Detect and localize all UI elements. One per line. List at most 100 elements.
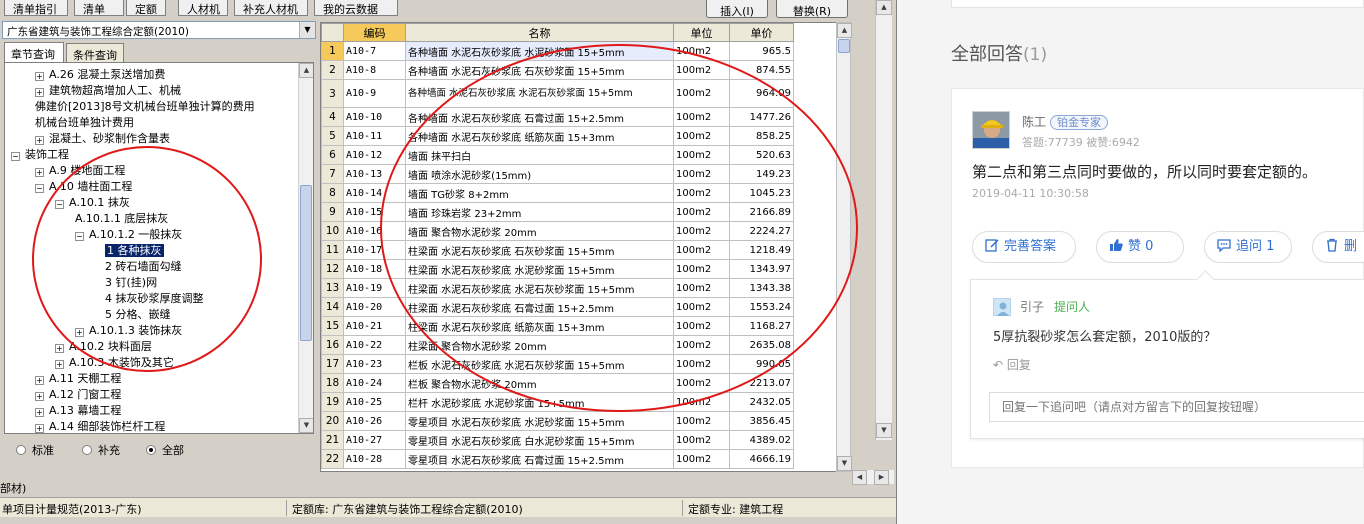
delete-button[interactable]: 删 <box>1312 231 1364 263</box>
table-row[interactable]: 8 A10-14 墙面 TG砂浆 8+2mm 100m2 1045.23 <box>321 183 794 203</box>
table-row[interactable]: 17 A10-23 栏板 水泥石灰砂浆底 水泥石灰砂浆面 15+5mm 100m2 99… <box>321 354 794 374</box>
table-row[interactable]: 14 A10-20 柱梁面 水泥石灰砂浆底 石膏过面 15+2.5mm 100m2 15… <box>321 297 794 317</box>
grid-header-unit[interactable]: 单位 <box>673 23 730 42</box>
table-row[interactable]: 20 A10-26 零星项目 水泥石灰砂浆底 水泥砂浆面 15+5mm 100m2 38… <box>321 411 794 431</box>
expand-plus-icon[interactable]: + <box>35 88 44 97</box>
expand-plus-icon[interactable]: + <box>55 344 64 353</box>
tree-node[interactable]: − 装饰工程 <box>11 147 69 163</box>
improve-answer-button[interactable]: 完善答案 <box>972 231 1076 263</box>
tree-scroll-thumb[interactable] <box>300 185 312 341</box>
quota-library-select[interactable]: 广东省建筑与装饰工程综合定额(2010) ▼ <box>2 21 316 39</box>
scroll-down-icon[interactable]: ▼ <box>876 423 892 438</box>
like-button[interactable]: 赞 0 <box>1096 231 1184 263</box>
replace-button[interactable]: 替换(R) <box>776 0 848 18</box>
grid-header-name[interactable]: 名称 <box>405 23 674 42</box>
tree-node[interactable]: 2 砖石墙面勾缝 <box>105 259 182 275</box>
tab-list[interactable]: 清单 <box>74 0 124 16</box>
grid-scrollbar[interactable]: ▲ ▼ <box>836 22 852 472</box>
table-row[interactable]: 9 A10-15 墙面 珍珠岩浆 23+2mm 100m2 2166.89 <box>321 202 794 222</box>
tree-node[interactable]: A.10.1.1 底层抹灰 <box>75 211 168 227</box>
radio-supplement[interactable]: 补充 <box>82 444 120 458</box>
tree-node[interactable]: 1 各种抹灰 <box>105 243 164 259</box>
tree-node[interactable]: + A.11 天棚工程 <box>35 371 121 387</box>
tab-labor-material[interactable]: 人材机 <box>178 0 228 16</box>
radio-standard[interactable]: 标准 <box>16 444 54 458</box>
expand-plus-icon[interactable]: + <box>35 136 44 145</box>
expand-plus-icon[interactable]: + <box>35 376 44 385</box>
tree-node[interactable]: + A.10.2 块料面层 <box>55 339 152 355</box>
table-row[interactable]: 7 A10-13 墙面 喷涂水泥砂浆(15mm) 100m2 149.23 <box>321 164 794 184</box>
tree-node[interactable]: 3 钉(挂)网 <box>105 275 157 291</box>
tree-node[interactable]: + A.9 楼地面工程 <box>35 163 125 179</box>
insert-button[interactable]: 插入(I) <box>706 0 768 18</box>
scroll-up-icon[interactable]: ▲ <box>876 0 892 15</box>
table-row[interactable]: 22 A10-28 零星项目 水泥石灰砂浆底 石膏过面 15+2.5mm 100m2 4… <box>321 449 794 469</box>
tree-node[interactable]: 机械台班单独计费用 <box>35 115 134 131</box>
tab-my-cloud-data[interactable]: 我的云数据 <box>314 0 398 16</box>
tree-node[interactable]: + 建筑物超高增加人工、机械 <box>35 83 181 99</box>
tree-node[interactable]: 4 抹灰砂浆厚度调整 <box>105 291 204 307</box>
collapse-minus-icon[interactable]: − <box>55 200 64 209</box>
reply-link[interactable]: ↶ 回复 <box>993 356 1031 373</box>
tree-node[interactable]: 5 分格、嵌缝 <box>105 307 171 323</box>
table-row[interactable]: 1 A10-7 各种墙面 水泥石灰砂浆底 水泥砂浆面 15+5mm 100m2 965.… <box>321 41 794 61</box>
avatar[interactable] <box>972 111 1010 149</box>
tree-node[interactable]: − A.10.1.2 一般抹灰 <box>75 227 182 243</box>
table-row[interactable]: 18 A10-24 栏板 聚合物水泥砂浆 20mm 100m2 2213.07 <box>321 373 794 393</box>
expand-plus-icon[interactable]: + <box>35 72 44 81</box>
follow-up-button[interactable]: 追问 1 <box>1204 231 1292 263</box>
grid-scroll-thumb[interactable] <box>838 39 850 53</box>
scroll-left-icon[interactable]: ◀ <box>852 470 867 485</box>
table-row[interactable]: 6 A10-12 墙面 抹平扫白 100m2 520.63 <box>321 145 794 165</box>
expand-plus-icon[interactable]: + <box>35 424 44 433</box>
tree-node[interactable]: + A.12 门窗工程 <box>35 387 121 403</box>
asker-avatar-icon[interactable] <box>993 298 1011 316</box>
table-row[interactable]: 3 A10-9 各种墙面 水泥石灰砂浆底 水泥石灰砂浆面 15+5mm 100m2 96… <box>321 79 794 108</box>
table-row[interactable]: 12 A10-18 柱梁面 水泥石灰砂浆底 水泥砂浆面 15+5mm 100m2 134… <box>321 259 794 279</box>
expand-plus-icon[interactable]: + <box>35 168 44 177</box>
expand-plus-icon[interactable]: + <box>35 392 44 401</box>
tab-quota[interactable]: 定额 <box>126 0 166 16</box>
collapse-minus-icon[interactable]: − <box>35 184 44 193</box>
tab-condition-query[interactable]: 条件查询 <box>66 43 124 62</box>
table-row[interactable]: 21 A10-27 零星项目 水泥石灰砂浆底 白水泥砂浆面 15+5mm 100m2 4… <box>321 430 794 450</box>
scroll-down-icon[interactable]: ▼ <box>299 418 313 433</box>
grid-header-code[interactable]: 编码 <box>343 23 406 42</box>
tree-node[interactable]: 佛建价[2013]8号文机械台班单独计算的费用 <box>35 99 255 115</box>
table-row[interactable]: 13 A10-19 柱梁面 水泥石灰砂浆底 水泥石灰砂浆面 15+5mm 100m2 1… <box>321 278 794 298</box>
tree-node[interactable]: + A.10.3 木装饰及其它 <box>55 355 174 371</box>
collapse-minus-icon[interactable]: − <box>11 152 20 161</box>
scroll-up-icon[interactable]: ▲ <box>299 63 313 78</box>
scroll-down-icon[interactable]: ▼ <box>837 456 852 471</box>
grid-header-price[interactable]: 单价 <box>729 23 794 42</box>
chevron-down-icon[interactable]: ▼ <box>299 22 315 38</box>
table-row[interactable]: 15 A10-21 柱梁面 水泥石灰砂浆底 纸筋灰面 15+3mm 100m2 1168… <box>321 316 794 336</box>
table-row[interactable]: 4 A10-10 各种墙面 水泥石灰砂浆底 石膏过面 15+2.5mm 100m2 14… <box>321 107 794 127</box>
reply-input[interactable] <box>989 392 1364 422</box>
table-row[interactable]: 16 A10-22 柱梁面 聚合物水泥砂浆 20mm 100m2 2635.08 <box>321 335 794 355</box>
tree-node[interactable]: − A.10 墙柱面工程 <box>35 179 132 195</box>
scroll-right-icon[interactable]: ▶ <box>874 470 889 485</box>
tree-node[interactable]: + A.10.1.3 装饰抹灰 <box>75 323 182 339</box>
tree-node[interactable]: + 混凝土、砂浆制作含量表 <box>35 131 170 147</box>
table-row[interactable]: 5 A10-11 各种墙面 水泥石灰砂浆底 纸筋灰面 15+3mm 100m2 858.… <box>321 126 794 146</box>
collapse-minus-icon[interactable]: − <box>75 232 84 241</box>
tab-list-guide[interactable]: 清单指引 <box>4 0 68 16</box>
tree-scrollbar[interactable]: ▲ ▼ <box>298 63 313 433</box>
expand-plus-icon[interactable]: + <box>55 360 64 369</box>
expand-plus-icon[interactable]: + <box>35 408 44 417</box>
tree-node[interactable]: + A.14 细部装饰栏杆工程 <box>35 419 165 433</box>
table-row[interactable]: 19 A10-25 栏杆 水泥砂浆底 水泥砂浆面 15+5mm 100m2 2432.0… <box>321 392 794 412</box>
tree-node[interactable]: + A.26 混凝土泵送增加费 <box>35 67 165 83</box>
horizontal-scrollbar[interactable]: ◀ ▶ <box>852 470 894 485</box>
tab-chapter-query[interactable]: 章节查询 <box>4 42 64 63</box>
expand-plus-icon[interactable]: + <box>75 328 84 337</box>
table-row[interactable]: 2 A10-8 各种墙面 水泥石灰砂浆底 石灰砂浆面 15+5mm 100m2 874.… <box>321 60 794 80</box>
table-row[interactable]: 11 A10-17 柱梁面 水泥石灰砂浆底 石灰砂浆面 15+5mm 100m2 121… <box>321 240 794 260</box>
window-scrollbar[interactable]: ▲ ▼ <box>875 0 892 440</box>
tree-node[interactable]: + A.13 幕墙工程 <box>35 403 121 419</box>
scroll-up-icon[interactable]: ▲ <box>837 23 852 38</box>
tab-supplement-material[interactable]: 补充人材机 <box>234 0 308 16</box>
table-row[interactable]: 10 A10-16 墙面 聚合物水泥砂浆 20mm 100m2 2224.27 <box>321 221 794 241</box>
radio-all[interactable]: 全部 <box>146 444 184 458</box>
